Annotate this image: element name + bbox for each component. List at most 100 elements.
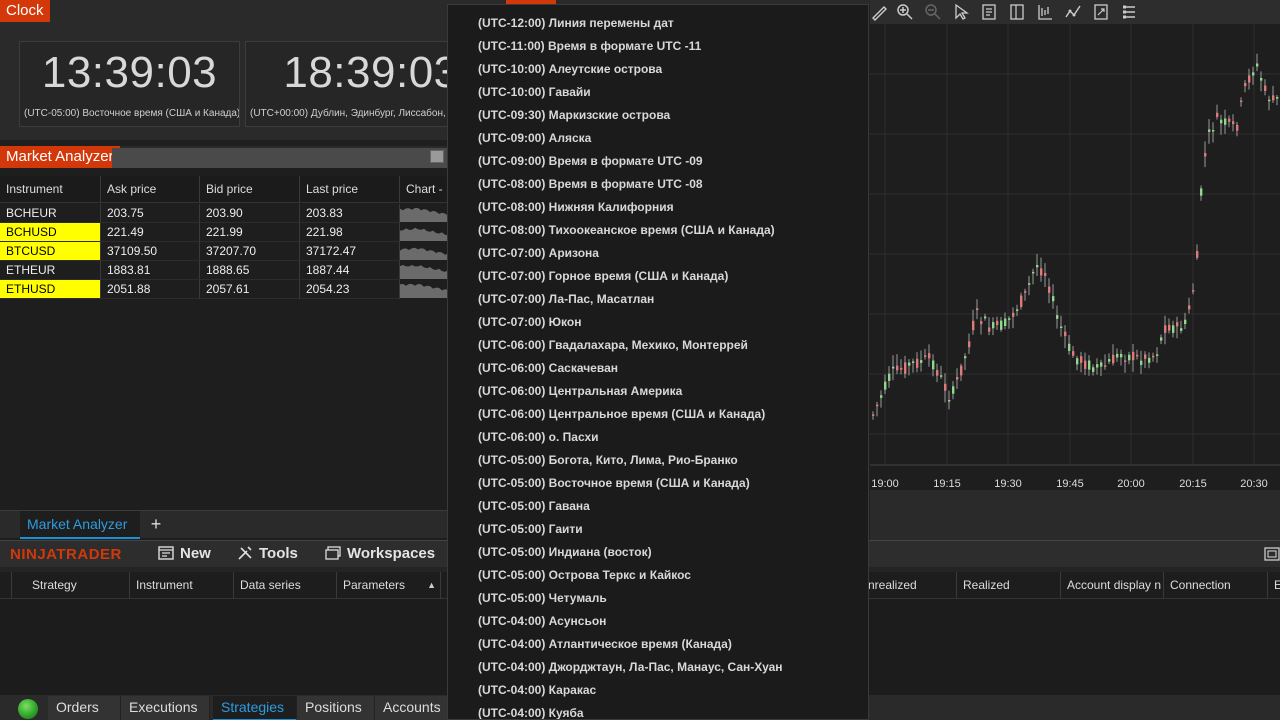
properties-icon[interactable]	[1120, 3, 1138, 21]
column-header-unrealized[interactable]: nrealized	[862, 572, 957, 599]
tools-icon	[238, 546, 252, 560]
list-item[interactable]: (UTC-05:00) Гаити	[478, 518, 583, 541]
market-analyzer-title[interactable]: Market Analyzer	[0, 146, 120, 168]
candle-body	[1084, 360, 1087, 369]
table-row[interactable]: BTCUSD 37109.50 37207.70 37172.47	[0, 242, 448, 261]
strategies-icon[interactable]	[1092, 3, 1110, 21]
chart-scrollbar[interactable]	[870, 490, 1280, 540]
clock-face-utc[interactable]: 18:39:03 (UTC+00:00) Дублин, Эдинбург, Л…	[245, 41, 455, 127]
list-item[interactable]: (UTC-05:00) Четумаль	[478, 587, 607, 610]
ninjatrader-logo: NINJATRADER	[10, 546, 122, 563]
menu-tools[interactable]: Tools	[237, 544, 298, 564]
column-header-data-series[interactable]: Data series	[234, 572, 337, 599]
list-item[interactable]: (UTC-09:00) Время в формате UTC -09	[478, 150, 703, 173]
maximize-icon[interactable]	[430, 150, 444, 163]
list-item[interactable]: (UTC-06:00) Саскачеван	[478, 357, 618, 380]
clock-face-eastern[interactable]: 13:39:03 (UTC-05:00) Восточное время (СШ…	[19, 41, 240, 127]
candle-body	[1176, 322, 1179, 327]
column-header-chart-net-change[interactable]: Chart - Net change	[400, 176, 448, 203]
list-item[interactable]: (UTC-05:00) Богота, Кито, Лима, Рио-Бран…	[478, 449, 738, 472]
draw-tool-icon[interactable]	[870, 3, 888, 21]
cell-instrument: BTCUSD	[0, 242, 101, 261]
candle-body	[1144, 354, 1147, 359]
tab-positions[interactable]: Positions	[297, 696, 375, 720]
cell-ask: 203.75	[101, 204, 200, 223]
list-item[interactable]: (UTC-12:00) Линия перемены дат	[478, 12, 674, 35]
list-item[interactable]: (UTC-07:00) Горное время (США и Канада)	[478, 265, 728, 288]
column-header-ask-price[interactable]: Ask price	[101, 176, 200, 203]
table-row[interactable]: ETHUSD 2051.88 2057.61 2054.23	[0, 280, 448, 299]
zoom-out-icon[interactable]	[924, 3, 942, 21]
list-item[interactable]: (UTC-08:00) Тихоокеанское время (США и К…	[478, 219, 775, 242]
x-tick-label: 19:00	[871, 478, 899, 490]
list-item[interactable]: (UTC-06:00) Центральная Америка	[478, 380, 682, 403]
list-item[interactable]: (UTC-09:00) Аляска	[478, 127, 591, 150]
list-item[interactable]: (UTC-05:00) Острова Теркс и Кайкос	[478, 564, 691, 587]
list-item[interactable]: (UTC-07:00) Юкон	[478, 311, 581, 334]
column-header-instrument[interactable]: Instrument	[0, 176, 101, 203]
cell-ask: 1883.81	[101, 261, 200, 280]
x-tick-label: 19:15	[933, 478, 961, 490]
column-header-more[interactable]: E	[1268, 572, 1280, 599]
candle-body	[1004, 318, 1007, 326]
timezone-dropdown-list[interactable]: (UTC-12:00) Линия перемены дат (UTC-11:00…	[447, 4, 869, 720]
list-item[interactable]: (UTC-07:00) Ла-Пас, Масатлан	[478, 288, 654, 311]
zoom-in-icon[interactable]	[896, 3, 914, 21]
list-item[interactable]: (UTC-08:00) Нижняя Калифорния	[478, 196, 674, 219]
list-item[interactable]: (UTC-04:00) Асунсьон	[478, 610, 606, 633]
list-item[interactable]: (UTC-08:00) Время в формате UTC -08	[478, 173, 703, 196]
add-tab-icon[interactable]: +	[146, 515, 166, 535]
clock-window-title[interactable]: Clock	[0, 0, 50, 22]
column-header-strategy[interactable]: Strategy	[26, 572, 130, 599]
pointer-icon[interactable]	[952, 3, 970, 21]
tab-market-analyzer[interactable]: Market Analyzer	[20, 511, 140, 539]
tab-orders[interactable]: Orders	[48, 696, 121, 720]
net-change-sparkline	[400, 227, 448, 241]
column-header-parameters[interactable]: Parameters ▲	[337, 572, 441, 599]
window-restore-icon[interactable]	[1264, 546, 1280, 562]
list-item[interactable]: (UTC-10:00) Алеутские острова	[478, 58, 662, 81]
list-item[interactable]: (UTC-06:00) Центральное время (США и Кан…	[478, 403, 765, 426]
x-tick-label: 20:00	[1117, 478, 1145, 490]
menu-workspaces[interactable]: Workspaces	[325, 544, 435, 564]
tab-strategies[interactable]: Strategies	[213, 696, 297, 720]
candle-body	[1116, 353, 1119, 358]
list-item[interactable]: (UTC-05:00) Восточное время (США и Канад…	[478, 472, 750, 495]
list-item[interactable]: (UTC-05:00) Гавана	[478, 495, 590, 518]
x-tick-label: 19:30	[994, 478, 1022, 490]
list-item[interactable]: (UTC-04:00) Атлантическое время (Канада)	[478, 633, 732, 656]
column-header-realized[interactable]: Realized	[957, 572, 1061, 599]
list-item[interactable]: (UTC-04:00) Джорджтаун, Ла-Пас, Манаус, …	[478, 656, 783, 679]
menu-new[interactable]: New	[158, 544, 211, 564]
column-header-bid-price[interactable]: Bid price	[200, 176, 300, 203]
list-item[interactable]: (UTC-10:00) Гавайи	[478, 81, 591, 104]
list-item[interactable]: (UTC-06:00) Гвадалахара, Мехико, Монтерр…	[478, 334, 748, 357]
list-item[interactable]: (UTC-05:00) Индиана (восток)	[478, 541, 652, 564]
candle-body	[1060, 326, 1063, 328]
candle-body	[1080, 356, 1083, 363]
list-item[interactable]: (UTC-06:00) о. Пасхи	[478, 426, 599, 449]
tab-executions[interactable]: Executions	[121, 696, 210, 720]
indicators-icon[interactable]	[1064, 3, 1082, 21]
table-row[interactable]: ETHEUR 1883.81 1888.65 1887.44	[0, 261, 448, 280]
candle-body	[1016, 309, 1019, 311]
column-header-last-price[interactable]: Last price	[300, 176, 400, 203]
list-item[interactable]: (UTC-09:30) Маркизские острова	[478, 104, 670, 127]
list-item[interactable]: (UTC-11:00) Время в формате UTC -11	[478, 35, 701, 58]
column-header-connection[interactable]: Connection	[1164, 572, 1268, 599]
column-header-account-display-name[interactable]: Account display n	[1061, 572, 1164, 599]
panel-icon[interactable]	[1008, 3, 1026, 21]
price-chart[interactable]: 19:00 19:15 19:30 19:45 20:00 20:15 20:30	[870, 24, 1280, 490]
data-box-icon[interactable]	[980, 3, 998, 21]
tab-accounts[interactable]: Accounts	[375, 696, 448, 720]
table-row[interactable]: BCHUSD 221.49 221.99 221.98	[0, 223, 448, 242]
column-header-instrument[interactable]: Instrument	[130, 572, 234, 599]
titlebar-grip[interactable]	[112, 148, 448, 168]
list-item[interactable]: (UTC-04:00) Каракас	[478, 679, 596, 702]
connection-status-icon[interactable]	[18, 699, 38, 719]
bars-type-icon[interactable]	[1036, 3, 1054, 21]
candle-body	[1000, 320, 1003, 330]
table-row[interactable]: BCHEUR 203.75 203.90 203.83	[0, 204, 448, 223]
list-item[interactable]: (UTC-07:00) Аризона	[478, 242, 599, 265]
list-item[interactable]: (UTC-04:00) Куяба	[478, 702, 584, 719]
